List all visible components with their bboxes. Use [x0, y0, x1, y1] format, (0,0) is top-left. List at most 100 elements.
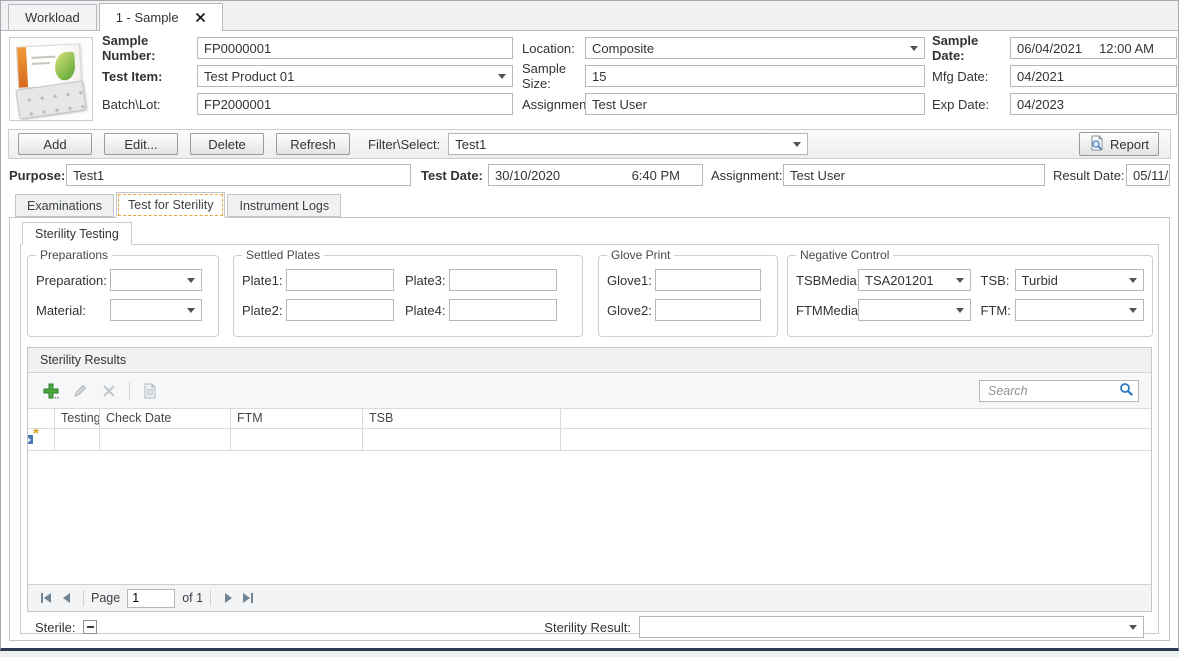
- tab-instrument-logs[interactable]: Instrument Logs: [227, 194, 341, 217]
- plate3-label: Plate3:: [405, 273, 449, 288]
- new-row[interactable]: *: [28, 429, 1151, 451]
- ftm-media-combo[interactable]: [858, 299, 971, 321]
- col-check-date[interactable]: Check Date: [100, 409, 231, 428]
- chevron-down-icon: [956, 308, 964, 313]
- add-button[interactable]: Add: [18, 133, 92, 155]
- test-date-label: Test Date:: [421, 168, 488, 183]
- tsb-media-combo[interactable]: TSA201201: [858, 269, 971, 291]
- new-row-cell[interactable]: [231, 429, 363, 450]
- indeterminate-mark: [87, 626, 94, 628]
- col-filler: [561, 409, 1151, 428]
- sterility-result-combo[interactable]: [639, 616, 1144, 638]
- search-icon[interactable]: [1119, 382, 1134, 400]
- sample-time-value: 12:00 AM: [1099, 41, 1154, 56]
- material-combo[interactable]: [110, 299, 202, 321]
- glove1-label: Glove1:: [607, 273, 655, 288]
- first-page-button[interactable]: [36, 588, 56, 608]
- delete-row-icon[interactable]: [98, 380, 120, 402]
- plate2-input[interactable]: [286, 299, 394, 321]
- col-testing[interactable]: Testing: [55, 409, 100, 428]
- export-excel-icon[interactable]: [138, 380, 160, 402]
- test-info-row: Purpose: Test Date: 30/10/2020 6:40 PM A…: [1, 159, 1178, 191]
- delete-button-label: Delete: [208, 137, 246, 152]
- edit-button[interactable]: Edit...: [104, 133, 178, 155]
- sample-date-input[interactable]: 06/04/2021 12:00 AM: [1010, 37, 1177, 59]
- report-button[interactable]: Report: [1079, 132, 1159, 156]
- material-label: Material:: [36, 303, 110, 318]
- chevron-down-icon: [1129, 308, 1137, 313]
- test-date-input[interactable]: 30/10/2020 6:40 PM: [488, 164, 703, 186]
- close-icon[interactable]: [195, 12, 206, 23]
- glove1-input[interactable]: [655, 269, 761, 291]
- exp-date-input[interactable]: [1010, 93, 1177, 115]
- page-number-input[interactable]: [127, 589, 175, 608]
- refresh-button-label: Refresh: [290, 137, 336, 152]
- col-ftm[interactable]: FTM: [231, 409, 363, 428]
- chevron-down-icon: [187, 278, 195, 283]
- settled-plates-title: Settled Plates: [242, 248, 324, 262]
- tab-examinations[interactable]: Examinations: [15, 194, 114, 217]
- ftm-combo[interactable]: [1015, 299, 1144, 321]
- new-row-cell[interactable]: [55, 429, 100, 450]
- add-row-icon[interactable]: [40, 380, 62, 402]
- chevron-down-icon: [793, 142, 801, 147]
- plate1-label: Plate1:: [242, 273, 286, 288]
- new-row-cell[interactable]: [363, 429, 561, 450]
- mfg-date-input[interactable]: [1010, 65, 1177, 87]
- tab-instrument-logs-label: Instrument Logs: [239, 199, 329, 213]
- sample-number-input[interactable]: [197, 37, 513, 59]
- tsb-combo[interactable]: Turbid: [1015, 269, 1144, 291]
- result-date-value: 05/11/2020: [1133, 168, 1170, 183]
- refresh-button[interactable]: Refresh: [276, 133, 350, 155]
- plate4-input[interactable]: [449, 299, 557, 321]
- plate1-input[interactable]: [286, 269, 394, 291]
- purpose-input[interactable]: [66, 164, 411, 186]
- results-toolbar: [28, 373, 1151, 408]
- filter-select-combo[interactable]: Test1: [448, 133, 808, 155]
- glove2-input[interactable]: [655, 299, 761, 321]
- ftm-label: FTM:: [981, 303, 1015, 318]
- test-item-value: Test Product 01: [204, 69, 294, 84]
- result-date-label: Result Date:: [1053, 168, 1126, 183]
- prev-page-button[interactable]: [56, 588, 76, 608]
- batch-lot-input[interactable]: [197, 93, 513, 115]
- add-button-label: Add: [43, 137, 66, 152]
- search-input[interactable]: [988, 384, 1119, 398]
- result-date-input[interactable]: 05/11/2020 12:00 AM: [1126, 164, 1170, 186]
- tab-sterility-testing[interactable]: Sterility Testing: [22, 222, 132, 245]
- test-time-value: 6:40 PM: [632, 168, 680, 183]
- preparations-title: Preparations: [36, 248, 112, 262]
- next-page-button[interactable]: [218, 588, 238, 608]
- test-item-combo[interactable]: Test Product 01: [197, 65, 513, 87]
- assignment-input[interactable]: [585, 93, 925, 115]
- page-label: Page: [91, 591, 120, 605]
- glove-print-group: Glove Print Glove1: Glove2:: [598, 255, 778, 337]
- chevron-down-icon: [187, 308, 195, 313]
- tab-workload[interactable]: Workload: [8, 4, 97, 30]
- delete-button[interactable]: Delete: [190, 133, 264, 155]
- last-page-button[interactable]: [238, 588, 258, 608]
- sample-size-input[interactable]: [585, 65, 925, 87]
- app-window: Workload 1 - Sample Sample Number: Locat…: [0, 0, 1179, 651]
- col-tsb[interactable]: TSB: [363, 409, 561, 428]
- sterility-testing-panel: Preparations Preparation: Material:: [20, 244, 1159, 634]
- tsb-media-value: TSA201201: [865, 273, 934, 288]
- tab-test-for-sterility[interactable]: Test for Sterility: [116, 192, 225, 218]
- inner-tabs: Sterility Testing: [10, 218, 1169, 244]
- negative-control-title: Negative Control: [796, 248, 893, 262]
- location-combo[interactable]: Composite: [585, 37, 925, 59]
- edit-row-icon[interactable]: [69, 380, 91, 402]
- new-row-cell[interactable]: [100, 429, 231, 450]
- preparation-combo[interactable]: [110, 269, 202, 291]
- test-item-label: Test Item:: [102, 69, 197, 84]
- location-value: Composite: [592, 41, 654, 56]
- results-search: [979, 380, 1139, 402]
- sterility-results-title: Sterility Results: [28, 348, 1151, 373]
- test-assignment-label: Assignment:: [711, 168, 783, 183]
- results-grid-header: Testing Check Date FTM TSB: [28, 408, 1151, 429]
- test-assignment-input[interactable]: [783, 164, 1045, 186]
- tab-sample[interactable]: 1 - Sample: [99, 3, 223, 31]
- plate3-input[interactable]: [449, 269, 557, 291]
- sterile-checkbox[interactable]: [83, 620, 97, 634]
- plate4-label: Plate4:: [405, 303, 449, 318]
